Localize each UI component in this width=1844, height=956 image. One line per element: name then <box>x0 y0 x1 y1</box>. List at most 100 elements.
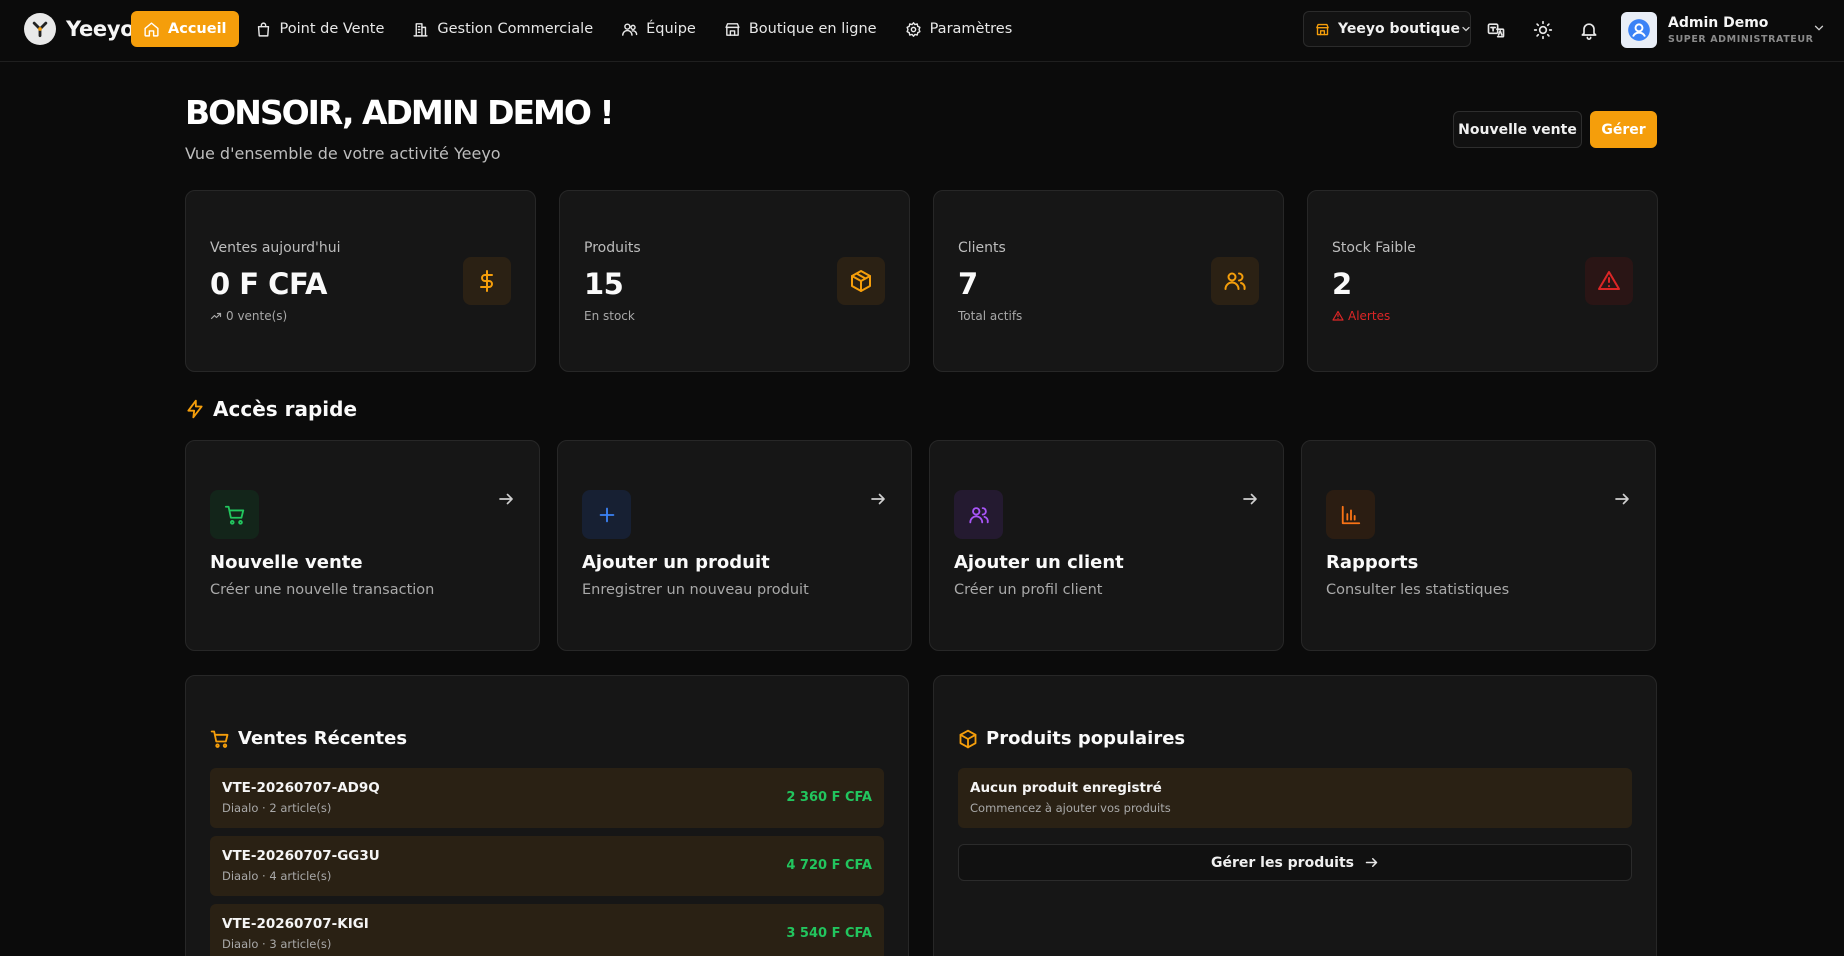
nav-item-equipe[interactable]: Équipe <box>609 11 708 47</box>
stat-label: Stock Faible <box>1332 240 1416 256</box>
shopping-bag-icon <box>257 21 269 37</box>
warning-icon <box>1332 310 1344 321</box>
sale-amount: 3 540 F CFA <box>786 926 872 941</box>
empty-state-subtitle: Commencez à ajouter vos produits <box>970 801 1171 815</box>
panel-title-text: Ventes Récentes <box>238 728 408 749</box>
chevron-down-icon <box>1814 25 1824 31</box>
warning-icon <box>1598 271 1620 290</box>
arrow-right-icon <box>1243 493 1257 505</box>
dollar-icon <box>480 270 493 292</box>
stat-label: Produits <box>584 240 641 256</box>
quick-desc: Consulter les statistiques <box>1326 582 1510 598</box>
nav-item-parametres[interactable]: Paramètres <box>893 11 1025 47</box>
user-avatar-icon <box>1628 19 1650 41</box>
stat-label: Ventes aujourd'hui <box>210 240 341 256</box>
theme-toggle-button[interactable] <box>1529 16 1557 44</box>
stat-value: 7 <box>958 267 978 301</box>
sale-meta: Diaalo · 2 article(s) <box>222 801 332 815</box>
nav-item-label: Boutique en ligne <box>748 21 877 37</box>
stat-value: 15 <box>584 267 624 301</box>
stat-label: Clients <box>958 240 1006 256</box>
building-icon <box>413 22 428 37</box>
quick-access-add-client[interactable]: Ajouter un client Créer un profil client <box>929 440 1284 651</box>
user-name: Admin Demo <box>1668 15 1769 31</box>
nav-item-label: Accueil <box>168 21 227 37</box>
brand-logo-icon <box>24 13 56 45</box>
users-icon <box>622 22 638 36</box>
nav-item-label: Point de Vente <box>279 21 385 37</box>
empty-state-title: Aucun produit enregistré <box>970 780 1162 796</box>
cart-icon <box>210 730 229 748</box>
avatar <box>1621 12 1657 48</box>
stat-sub-text: 0 vente(s) <box>226 309 288 323</box>
store-icon <box>725 22 740 36</box>
nav-item-label: Gestion Commerciale <box>437 21 594 37</box>
quick-desc: Créer une nouvelle transaction <box>210 582 435 598</box>
arrow-right-icon <box>499 493 513 505</box>
page-subtitle: Vue d'ensemble de votre activité Yeeyo <box>185 144 501 163</box>
stat-icon <box>1585 257 1633 305</box>
store-selector[interactable]: Yeeyo boutique <box>1303 11 1471 47</box>
manage-products-label: Gérer les produits <box>1210 854 1355 871</box>
recent-sales-panel: Ventes Récentes VTE-20260707-AD9Q Diaalo… <box>185 675 909 956</box>
nav-item-point-de-vente[interactable]: Point de Vente <box>243 11 397 47</box>
stat-sub-text: Total actifs <box>958 309 1023 323</box>
sale-amount: 4 720 F CFA <box>786 858 872 873</box>
sale-id: VTE-20260707-AD9Q <box>222 780 380 796</box>
user-menu[interactable]: Admin Demo SUPER ADMINISTRATEUR <box>1621 10 1826 50</box>
nav-item-label: Paramètres <box>929 21 1013 37</box>
stat-card-clients: Clients 7 Total actifs <box>933 190 1284 372</box>
stat-sub: 0 vente(s) <box>210 309 287 323</box>
quick-title: Rapports <box>1326 552 1419 573</box>
new-sale-button[interactable]: Nouvelle vente <box>1453 111 1582 148</box>
user-info: Admin Demo SUPER ADMINISTRATEUR <box>1668 15 1814 45</box>
stat-card-low-stock: Stock Faible 2 Alertes <box>1307 190 1658 372</box>
quick-desc: Enregistrer un nouveau produit <box>582 582 809 598</box>
bar-chart-icon <box>1341 505 1360 524</box>
page-title: BONSOIR, ADMIN DEMO ! <box>185 93 614 132</box>
sale-row[interactable]: VTE-20260707-AD9Q Diaalo · 2 article(s) … <box>210 768 884 828</box>
quick-access-new-sale[interactable]: Nouvelle vente Créer une nouvelle transa… <box>185 440 540 651</box>
nav-item-boutique-en-ligne[interactable]: Boutique en ligne <box>712 11 889 47</box>
chevron-down-icon <box>1462 26 1470 32</box>
notifications-button[interactable] <box>1575 16 1603 44</box>
arrow-right-icon <box>1615 493 1629 505</box>
manage-products-button[interactable]: Gérer les produits <box>958 844 1632 881</box>
stat-card-products: Produits 15 En stock <box>559 190 910 372</box>
sale-id: VTE-20260707-KIGI <box>222 916 369 932</box>
brand-name: Yeeyo <box>66 17 135 41</box>
quick-access-reports[interactable]: Rapports Consulter les statistiques <box>1301 440 1656 651</box>
stat-value: 2 <box>1332 267 1352 301</box>
section-title-text: Accès rapide <box>213 397 358 421</box>
panel-title-text: Produits populaires <box>986 728 1186 749</box>
sale-row[interactable]: VTE-20260707-GG3U Diaalo · 4 article(s) … <box>210 836 884 896</box>
sale-amount: 2 360 F CFA <box>786 790 872 805</box>
quick-icon <box>1326 490 1375 539</box>
manage-button[interactable]: Gérer <box>1590 111 1657 148</box>
plus-icon <box>599 507 614 522</box>
trend-up-icon <box>210 312 222 320</box>
store-selector-value: Yeeyo boutique <box>1338 21 1461 37</box>
empty-state: Aucun produit enregistré Commencez à ajo… <box>958 768 1632 828</box>
cart-icon <box>224 505 244 525</box>
stat-sub-text: Alertes <box>1348 309 1391 323</box>
quick-access-add-product[interactable]: Ajouter un produit Enregistrer un nouvea… <box>557 440 912 651</box>
sale-meta: Diaalo · 4 article(s) <box>222 869 332 883</box>
quick-title: Nouvelle vente <box>210 552 363 573</box>
sale-id: VTE-20260707-GG3U <box>222 848 380 864</box>
box-icon <box>851 270 871 292</box>
bell-icon <box>1581 23 1597 40</box>
users-icon <box>1224 272 1246 290</box>
users-icon <box>968 506 989 523</box>
quick-icon <box>954 490 1003 539</box>
lightning-icon <box>187 399 203 419</box>
brand[interactable]: Yeeyo <box>24 13 135 45</box>
stat-icon <box>463 257 511 305</box>
nav-item-gestion-commerciale[interactable]: Gestion Commerciale <box>400 11 605 47</box>
box-icon <box>959 729 977 748</box>
stat-sub: Total actifs <box>958 309 1022 323</box>
sale-row[interactable]: VTE-20260707-KIGI Diaalo · 3 article(s) … <box>210 904 884 956</box>
nav-item-accueil[interactable]: Accueil <box>131 11 239 47</box>
top-navigation-bar: Yeeyo Accueil Point de Vente Gestion Com… <box>0 0 1844 62</box>
language-button[interactable] <box>1482 16 1510 44</box>
